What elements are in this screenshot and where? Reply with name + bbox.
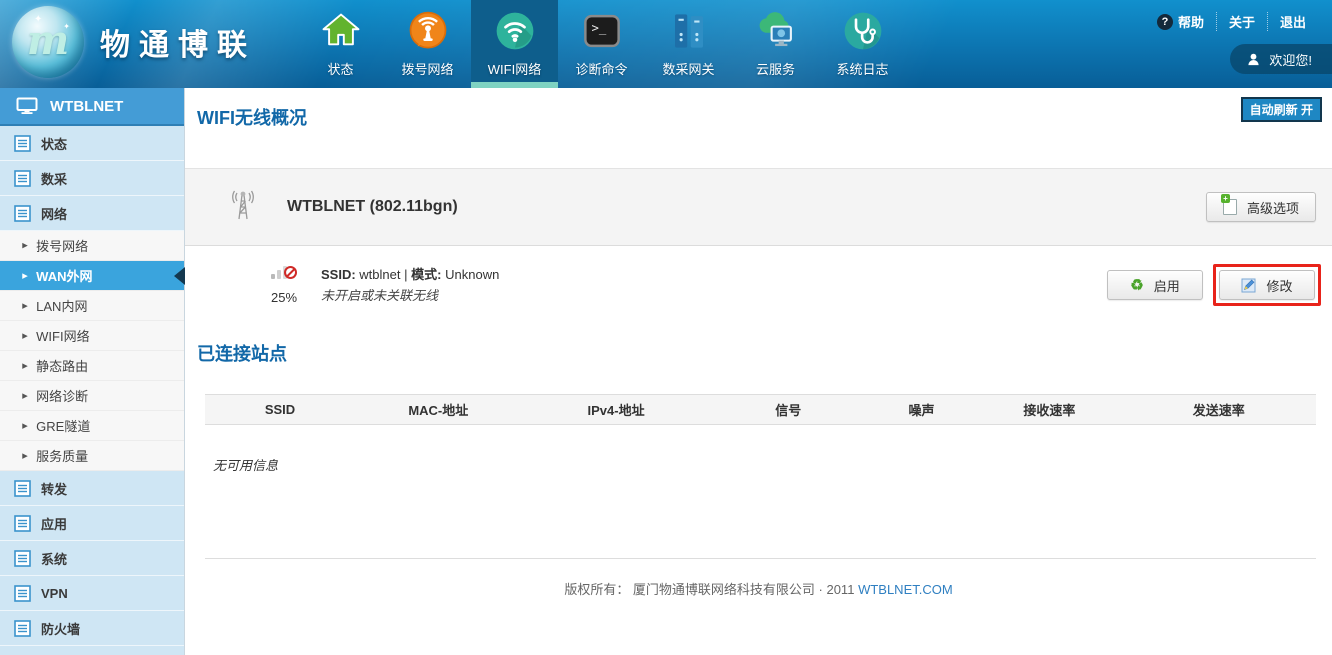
caret-right-icon: ▶ xyxy=(22,301,28,309)
home-icon xyxy=(320,7,362,55)
auto-refresh-toggle[interactable]: 自动刷新 开 xyxy=(1241,97,1322,122)
sidebar-item-static-route[interactable]: ▶ 静态路由 xyxy=(0,351,184,381)
wifi-icon xyxy=(494,7,536,55)
sidebar-item-wifi-network[interactable]: ▶ WIFI网络 xyxy=(0,321,184,351)
cloud-icon xyxy=(755,7,797,55)
wifi-device-band: WTBLNET (802.11bgn) 高级选项 xyxy=(185,168,1332,246)
signal-disabled-icon xyxy=(271,266,297,282)
wtblnet-link[interactable]: WTBLNET.COM xyxy=(858,582,953,597)
caret-right-icon: ▶ xyxy=(22,391,28,399)
main-navigation: 状态 拨号网络 WIFI网络 >_ 诊断命令 数采网关 xyxy=(297,0,906,88)
sidebar-item-data-collect[interactable]: 数采 xyxy=(0,161,184,196)
sidebar-item-system[interactable]: 系统 xyxy=(0,541,184,576)
list-icon xyxy=(14,585,31,602)
signal-block: 25% xyxy=(261,266,307,305)
top-header: m ✦ ✦ 物通博联 状态 拨号网络 WIFI网络 >_ xyxy=(0,0,1332,88)
sidebar-item-forward[interactable]: 转发 xyxy=(0,471,184,506)
caret-right-icon: ▶ xyxy=(22,451,28,459)
list-icon xyxy=(14,515,31,532)
caret-right-icon: ▶ xyxy=(22,361,28,369)
sidebar-item-firewall[interactable]: 防火墙 xyxy=(0,611,184,646)
caret-right-icon: ▶ xyxy=(22,421,28,429)
user-icon xyxy=(1246,52,1261,67)
help-link[interactable]: ? 帮助 xyxy=(1145,12,1216,31)
list-icon xyxy=(14,205,31,222)
signal-percent: 25% xyxy=(261,290,307,305)
brand-name: 物通博联 xyxy=(100,20,256,64)
main-content: WIFI无线概况 自动刷新 开 WTBLNET (802.11bgn) 高级选项… xyxy=(185,88,1332,655)
tab-data-gateway[interactable]: 数采网关 xyxy=(645,0,732,88)
sidebar-item-vpn[interactable]: VPN xyxy=(0,576,184,611)
tab-system-log[interactable]: 系统日志 xyxy=(819,0,906,88)
device-name: WTBLNET xyxy=(50,98,123,115)
tab-wifi-network[interactable]: WIFI网络 xyxy=(471,0,558,88)
wifi-device-title: WTBLNET (802.11bgn) xyxy=(287,198,458,216)
sparkle-icon: ✦ xyxy=(63,22,70,31)
sidebar-item-dial-network[interactable]: ▶ 拨号网络 xyxy=(0,231,184,261)
refresh-icon: ♻ xyxy=(1130,276,1143,294)
connected-stations-title: 已连接站点 xyxy=(197,340,1332,366)
brand-logo: m ✦ ✦ 物通博联 xyxy=(12,6,256,78)
monitor-icon xyxy=(16,97,38,115)
globe-logo-icon: m ✦ ✦ xyxy=(12,6,84,78)
sidebar-item-gre-tunnel[interactable]: ▶ GRE隧道 xyxy=(0,411,184,441)
modify-button-highlight: 修改 xyxy=(1213,264,1321,306)
column-rx-rate: 接收速率 xyxy=(977,395,1121,425)
sidebar-item-network-diagnosis[interactable]: ▶ 网络诊断 xyxy=(0,381,184,411)
sidebar-item-network[interactable]: 网络 xyxy=(0,196,184,231)
ssid-line: SSID: wtblnet | 模式: Unknown xyxy=(321,264,499,285)
column-mac: MAC-地址 xyxy=(355,395,522,425)
logs-icon xyxy=(842,7,884,55)
sidebar-item-status[interactable]: 状态 xyxy=(0,126,184,161)
sidebar-item-application[interactable]: 应用 xyxy=(0,506,184,541)
header-links: ? 帮助 关于 退出 xyxy=(1145,12,1318,31)
caret-right-icon: ▶ xyxy=(22,331,28,339)
wifi-status-row: 25% SSID: wtblnet | 模式: Unknown 未开启或未关联无… xyxy=(185,246,1332,324)
column-ssid: SSID xyxy=(205,395,355,425)
about-link[interactable]: 关于 xyxy=(1216,12,1267,31)
edit-icon xyxy=(1241,278,1256,293)
gateway-icon xyxy=(668,7,710,55)
dial-icon xyxy=(407,7,449,55)
advanced-options-button[interactable]: 高级选项 xyxy=(1206,192,1316,222)
footer: 版权所有： 厦门物通博联网络科技有限公司 · 2011 WTBLNET.COM xyxy=(185,559,1332,598)
list-icon xyxy=(14,620,31,637)
tab-status[interactable]: 状态 xyxy=(297,0,384,88)
connected-stations-table: SSID MAC-地址 IPv4-地址 信号 噪声 接收速率 发送速率 xyxy=(205,394,1316,425)
welcome-badge[interactable]: 欢迎您! xyxy=(1230,44,1332,74)
caret-right-icon: ▶ xyxy=(22,271,28,279)
svg-text:>_: >_ xyxy=(591,21,606,35)
sidebar-item-lan[interactable]: ▶ LAN内网 xyxy=(0,291,184,321)
page-title: WIFI无线概况 xyxy=(185,88,1332,130)
table-header-row: SSID MAC-地址 IPv4-地址 信号 噪声 接收速率 发送速率 xyxy=(205,395,1316,425)
wifi-info: SSID: wtblnet | 模式: Unknown 未开启或未关联无线 xyxy=(321,264,499,306)
logout-link[interactable]: 退出 xyxy=(1267,12,1318,31)
page-plus-icon xyxy=(1223,199,1237,215)
sidebar: WTBLNET 状态 数采 网络 ▶ 拨号网络 ▶ WAN外网 ▶ LAN内网 … xyxy=(0,88,185,655)
list-icon xyxy=(14,135,31,152)
column-ipv4: IPv4-地址 xyxy=(522,395,711,425)
sparkle-icon: ✦ xyxy=(34,14,42,25)
column-tx-rate: 发送速率 xyxy=(1122,395,1316,425)
column-signal: 信号 xyxy=(710,395,866,425)
caret-right-icon: ▶ xyxy=(22,241,28,249)
column-noise: 噪声 xyxy=(866,395,977,425)
copyright-text: 版权所有： 厦门物通博联网络科技有限公司 · 2011 xyxy=(564,582,854,597)
antenna-icon xyxy=(225,186,261,229)
sidebar-item-qos[interactable]: ▶ 服务质量 xyxy=(0,441,184,471)
list-icon xyxy=(14,170,31,187)
sidebar-item-wan[interactable]: ▶ WAN外网 xyxy=(0,261,184,291)
empty-message: 无可用信息 xyxy=(213,455,1332,474)
list-icon xyxy=(14,480,31,497)
modify-button[interactable]: 修改 xyxy=(1219,270,1315,300)
tab-cloud-service[interactable]: 云服务 xyxy=(732,0,819,88)
list-icon xyxy=(14,550,31,567)
terminal-icon: >_ xyxy=(581,7,623,55)
enable-button[interactable]: ♻ 启用 xyxy=(1107,270,1203,300)
sidebar-device-header: WTBLNET xyxy=(0,88,184,126)
question-icon: ? xyxy=(1157,14,1173,30)
tab-diagnostic-command[interactable]: >_ 诊断命令 xyxy=(558,0,645,88)
tab-dial-network[interactable]: 拨号网络 xyxy=(384,0,471,88)
wifi-status-text: 未开启或未关联无线 xyxy=(321,285,499,306)
